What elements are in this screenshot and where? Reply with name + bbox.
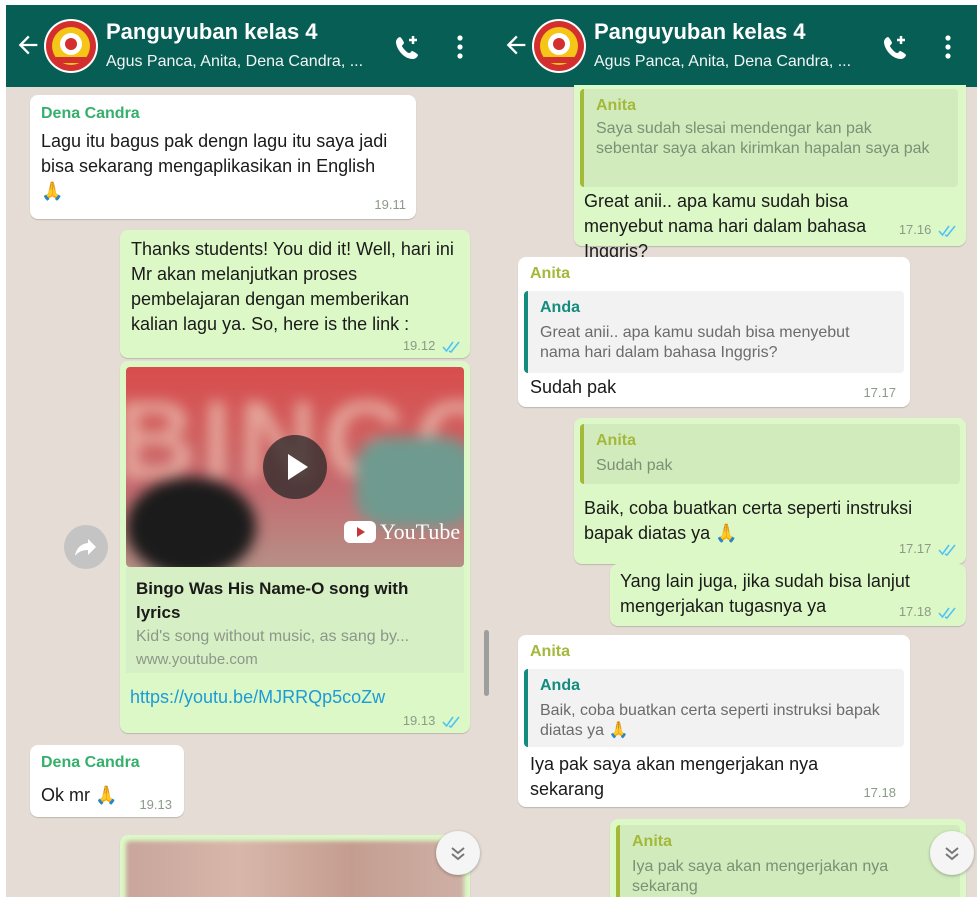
- message-outgoing-reply[interactable]: Anita Sudah pak Baik, coba buatkan certa…: [574, 418, 966, 564]
- emoji: 🙏: [608, 722, 629, 739]
- youtube-logo-text: YouTube: [380, 519, 461, 544]
- quoted-text: Baik, coba buatkan certa seperti instruk…: [540, 701, 890, 741]
- message-time-text: 17.17: [898, 541, 932, 556]
- youtube-logo: YouTube: [344, 519, 460, 545]
- chat-members[interactable]: Agus Panca, Anita, Dena Candra, ...: [594, 53, 851, 71]
- quoted-text: Sudah pak: [596, 457, 673, 474]
- message-incoming-reply[interactable]: Anita Anda Great anii.. apa kamu sudah b…: [518, 257, 910, 407]
- message-incoming[interactable]: Dena Candra Lagu itu bagus pak dengn lag…: [30, 95, 416, 219]
- preview-domain: www.youtube.com: [136, 651, 258, 668]
- message-time-text: 17.18: [898, 604, 932, 619]
- group-avatar[interactable]: [44, 19, 98, 73]
- scroll-to-bottom-button[interactable]: [436, 831, 480, 875]
- message-text: Yang lain juga, jika sudah bisa lanjut m…: [620, 571, 910, 616]
- app-bar: Panguyuban kelas 4 Agus Panca, Anita, De…: [494, 5, 977, 87]
- message-time: 17.17: [899, 541, 958, 556]
- preview-description: Kid's song without music, as sang by...: [136, 628, 410, 645]
- scroll-to-bottom-button[interactable]: [930, 831, 974, 875]
- message-text: Baik, coba buatkan certa seperti instruk…: [584, 496, 956, 546]
- quoted-text: Iya pak saya akan mengerjakan nya sekara…: [632, 858, 889, 895]
- play-icon[interactable]: [263, 435, 327, 499]
- message-text: Great anii.. apa kamu sudah bisa menyebu…: [584, 191, 867, 261]
- youtube-icon: [344, 521, 376, 543]
- scrollbar[interactable]: [484, 630, 489, 696]
- double-check-icon: [938, 607, 956, 619]
- message-time-text: 19.13: [402, 713, 436, 728]
- message-image[interactable]: [120, 835, 470, 897]
- message-sender: Anita: [530, 265, 570, 282]
- arrow-left-icon[interactable]: [14, 31, 42, 59]
- chevron-double-down-icon: [451, 847, 465, 861]
- message-time: 19.11: [374, 197, 406, 212]
- quoted-sender: Anita: [596, 432, 636, 449]
- message-text-content: Ok mr: [41, 785, 90, 805]
- message-text: Sudah pak: [530, 377, 617, 397]
- more-vert-icon[interactable]: [454, 33, 466, 61]
- link-preview-card[interactable]: Bingo Was His Name-O song with lyrics Ki…: [126, 567, 464, 673]
- message-time-text: 17.16: [898, 222, 932, 237]
- quoted-sender: Anita: [596, 97, 636, 114]
- more-vert-icon[interactable]: [942, 33, 954, 61]
- message-text: Iya pak saya akan mengerjakan nya sekara…: [530, 754, 819, 799]
- quoted-message[interactable]: Anda Baik, coba buatkan certa seperti in…: [524, 669, 904, 747]
- forward-icon[interactable]: [64, 525, 108, 569]
- chat-title[interactable]: Panguyuban kelas 4: [594, 19, 806, 45]
- double-check-icon: [938, 225, 956, 237]
- message-incoming[interactable]: Dena Candra Ok mr 🙏 19.13: [30, 745, 184, 817]
- message-sender: Dena Candra: [41, 754, 140, 771]
- app-bar: Panguyuban kelas 4 Agus Panca, Anita, De…: [6, 5, 494, 87]
- message-time-text: 19.12: [402, 338, 436, 353]
- message-outgoing[interactable]: Thanks students! You did it! Well, hari …: [120, 230, 470, 358]
- video-thumbnail[interactable]: BINGO YouTube: [126, 367, 464, 567]
- emoji: 🙏: [95, 785, 118, 805]
- quoted-text: Saya sudah slesai mendengar kan pak sebe…: [596, 120, 930, 157]
- message-time: 17.18: [863, 785, 896, 800]
- quoted-message[interactable]: Anda Great anii.. apa kamu sudah bisa me…: [524, 291, 904, 373]
- chat-members[interactable]: Agus Panca, Anita, Dena Candra, ...: [106, 53, 363, 71]
- message-time: 17.16: [899, 222, 958, 237]
- quoted-text-content: Baik, coba buatkan certa seperti instruk…: [540, 702, 880, 739]
- message-text: Lagu itu bagus pak dengn lagu itu saya j…: [41, 131, 388, 176]
- chat-panel-right: Panguyuban kelas 4 Agus Panca, Anita, De…: [494, 5, 977, 897]
- add-call-icon[interactable]: [392, 33, 422, 63]
- preview-title: Bingo Was His Name-O song with lyrics: [136, 579, 409, 622]
- message-link[interactable]: https://youtu.be/MJRRQp5coZw: [130, 687, 385, 708]
- quoted-message[interactable]: Anita Saya sudah slesai mendengar kan pa…: [580, 89, 958, 187]
- message-text: Ok mr 🙏: [41, 783, 117, 808]
- quoted-text: Great anii.. apa kamu sudah bisa menyebu…: [540, 324, 850, 361]
- image-thumbnail[interactable]: [126, 841, 464, 897]
- double-check-icon: [442, 716, 460, 728]
- message-time: 17.17: [863, 385, 896, 400]
- message-text: Thanks students! You did it! Well, hari …: [131, 239, 454, 334]
- message-link-preview[interactable]: BINGO YouTube Bingo Was His Name-O song …: [120, 361, 470, 733]
- quoted-sender: Anita: [632, 833, 672, 850]
- message-outgoing[interactable]: Yang lain juga, jika sudah bisa lanjut m…: [610, 564, 966, 626]
- message-time: 19.13: [139, 797, 172, 812]
- add-call-icon[interactable]: [880, 33, 910, 63]
- message-outgoing-reply[interactable]: Anita Saya sudah slesai mendengar kan pa…: [574, 85, 966, 261]
- quoted-sender: Anda: [540, 299, 580, 316]
- emoji: 🙏: [715, 523, 738, 543]
- group-avatar[interactable]: [532, 19, 586, 73]
- double-check-icon: [938, 544, 956, 556]
- quoted-message[interactable]: Anita Sudah pak: [580, 424, 960, 484]
- quoted-message[interactable]: Anita Iya pak saya akan mengerjakan nya …: [616, 825, 960, 897]
- chevron-double-down-icon: [945, 847, 959, 861]
- chat-panel-left: Panguyuban kelas 4 Agus Panca, Anita, De…: [6, 5, 494, 897]
- quoted-sender: Anda: [540, 677, 580, 694]
- message-sender: Dena Candra: [41, 105, 140, 122]
- message-time: 19.13: [403, 713, 462, 728]
- message-incoming-reply[interactable]: Anita Anda Baik, coba buatkan certa sepe…: [518, 635, 910, 807]
- emoji: 🙏: [41, 181, 64, 201]
- arrow-left-icon[interactable]: [502, 31, 530, 59]
- message-sender: Anita: [530, 643, 570, 660]
- message-outgoing-reply[interactable]: Anita Iya pak saya akan mengerjakan nya …: [610, 819, 966, 897]
- chat-title[interactable]: Panguyuban kelas 4: [106, 19, 318, 45]
- message-text-content: Baik, coba buatkan certa seperti instruk…: [584, 498, 913, 543]
- double-check-icon: [442, 341, 460, 353]
- message-time: 17.18: [899, 604, 958, 619]
- message-time: 19.12: [403, 338, 462, 353]
